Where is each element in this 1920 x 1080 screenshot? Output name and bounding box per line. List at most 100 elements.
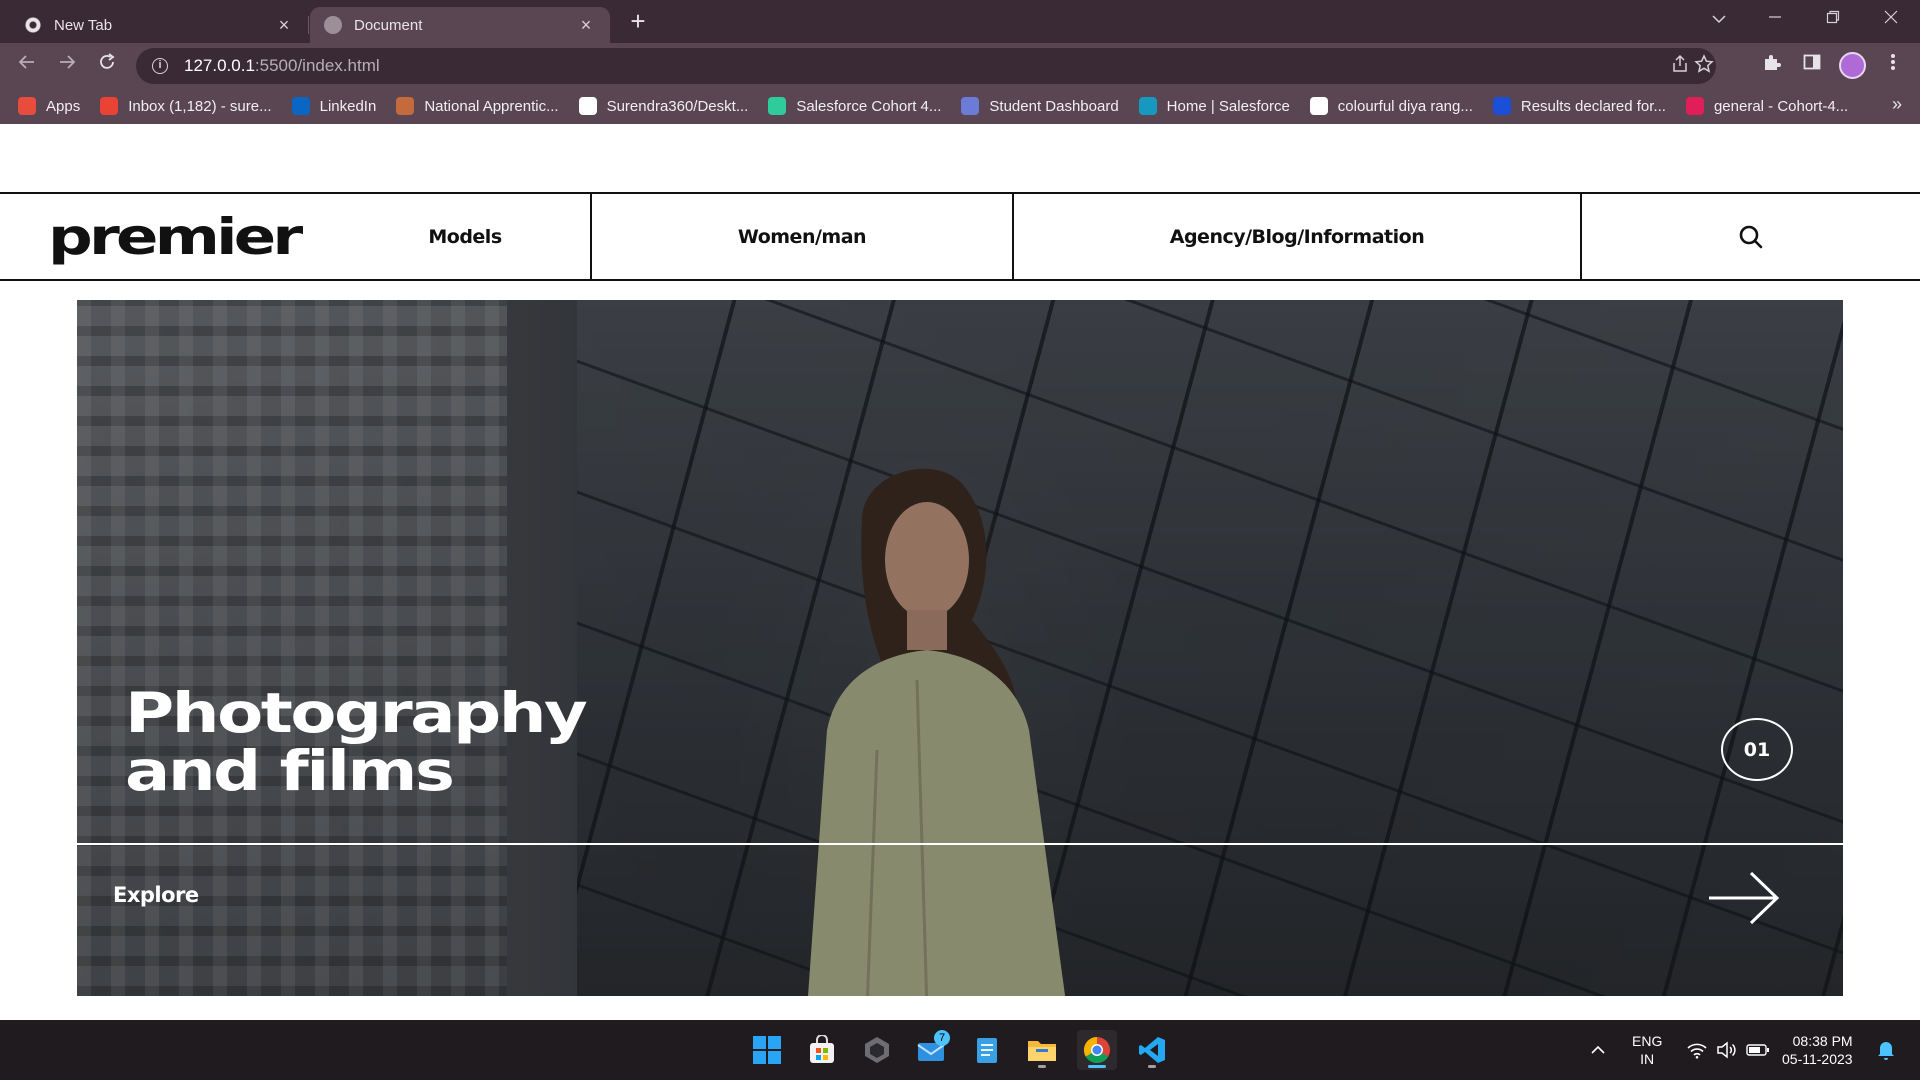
active-indicator (1088, 1065, 1106, 1068)
bookmark-label: general - Cohort-4... (1713, 97, 1849, 115)
tab-search-chevron-icon[interactable] (1696, 4, 1742, 36)
bookmark-item[interactable]: general - Cohort-4... (1685, 97, 1849, 115)
close-tab-icon[interactable]: × (576, 15, 596, 36)
bookmark-item[interactable]: National Apprentic... (396, 97, 559, 115)
notepad-icon (977, 1038, 997, 1063)
national-apprenticeship-icon (396, 97, 415, 115)
hexagon-app-icon (865, 1037, 889, 1063)
taskbar-chrome[interactable] (1077, 1030, 1117, 1070)
bookmarks-overflow-button[interactable]: » (1892, 94, 1902, 115)
slide-number-badge[interactable]: 01 (1721, 718, 1793, 781)
close-window-button[interactable] (1868, 4, 1914, 36)
slack-icon (1685, 97, 1704, 115)
chrome-favicon-icon (24, 16, 42, 34)
web-page: premier Models Women/man Agency/Blog/Inf… (0, 124, 1920, 1020)
tab-new-tab[interactable]: New Tab × (10, 7, 308, 43)
running-indicator (1038, 1065, 1046, 1068)
search-icon (1739, 225, 1763, 248)
bookmark-item[interactable]: LinkedIn (291, 97, 377, 115)
search-button[interactable] (1582, 194, 1920, 279)
url-text: 127.0.0.1:5500/index.html (184, 56, 380, 75)
taskbar-mail[interactable]: 7 (912, 1030, 952, 1070)
nav-link-women-man[interactable]: Women/man (590, 194, 1012, 279)
nav-link-models[interactable]: Models (340, 194, 590, 279)
minimize-button[interactable] (1752, 4, 1798, 36)
forward-button[interactable] (52, 51, 82, 81)
tab-title: New Tab (54, 16, 113, 34)
hero-title: Photography and films (125, 681, 588, 803)
bookmark-label: National Apprentic... (424, 97, 559, 115)
taskbar-file-explorer[interactable] (1022, 1030, 1062, 1070)
share-icon[interactable] (1668, 54, 1692, 78)
close-tab-icon[interactable]: × (274, 15, 294, 36)
site-logo[interactable]: premier (48, 208, 303, 266)
wifi-icon (1687, 1043, 1707, 1059)
language-code: ENG (1632, 1033, 1663, 1049)
apps-grid-icon (18, 97, 36, 115)
github-icon (578, 97, 597, 115)
clock-time: 08:38 PM (1792, 1033, 1853, 1049)
side-panel-icon[interactable] (1797, 51, 1827, 81)
system-clock[interactable]: 08:38 PM 05-11-2023 (1782, 1032, 1853, 1068)
vscode-icon (1139, 1037, 1165, 1063)
arrow-right-icon[interactable] (1707, 870, 1781, 926)
kebab-menu-icon[interactable] (1878, 51, 1908, 81)
bookmark-label: Salesforce Cohort 4... (796, 97, 942, 115)
bell-icon (1878, 1042, 1894, 1060)
file-explorer-icon (1028, 1041, 1056, 1061)
bookmark-item[interactable]: Salesforce Cohort 4... (768, 97, 941, 115)
trailhead-icon (768, 97, 787, 115)
explore-link[interactable]: Explore (113, 883, 199, 907)
taskbar-microsoft-store[interactable] (802, 1030, 842, 1070)
taskbar-notepad[interactable] (967, 1030, 1007, 1070)
input-language-indicator[interactable]: ENG IN (1632, 1032, 1662, 1068)
hero-title-line-2: and films (125, 739, 455, 803)
bookmark-item[interactable]: Apps (18, 97, 80, 115)
notifications-button[interactable] (1876, 1020, 1896, 1080)
mail-badge: 7 (934, 1030, 950, 1046)
bookmark-item[interactable]: Inbox (1,182) - sure... (100, 97, 272, 115)
salesforce-cloud-icon (1138, 97, 1157, 115)
microsoft-store-icon (810, 1035, 834, 1063)
extensions-puzzle-icon[interactable] (1757, 51, 1787, 81)
nav-link-agency-blog-information[interactable]: Agency/Blog/Information (1012, 194, 1582, 279)
new-tab-button[interactable]: + (624, 8, 652, 36)
hero-banner: Photography and films 01 Explore (77, 300, 1843, 996)
browser-tab-strip: New Tab × Document × + (0, 0, 1920, 43)
bookmarks-bar: Apps Inbox (1,182) - sure... LinkedIn Natio… (0, 88, 1920, 124)
volume-icon (1717, 1041, 1736, 1059)
bookmark-item[interactable]: Home | Salesforce (1138, 97, 1290, 115)
address-bar[interactable]: i 127.0.0.1:5500/index.html (136, 48, 1716, 84)
bookmark-star-icon[interactable] (1692, 54, 1716, 78)
chrome-icon (1083, 1036, 1110, 1064)
bookmark-label: Inbox (1,182) - sure... (128, 97, 272, 115)
bookmark-label: LinkedIn (319, 97, 377, 115)
hero-title-line-1: Photography (125, 681, 588, 745)
bookmark-item[interactable]: Results declared for... (1492, 97, 1666, 115)
bookmark-item[interactable]: colourful diya rang... (1309, 97, 1473, 115)
restore-button[interactable] (1810, 4, 1856, 36)
windows-taskbar: 7 ENG IN 08:38 PM 05-11-2023 (0, 1020, 1920, 1080)
taskbar-start[interactable] (747, 1030, 787, 1070)
site-info-icon[interactable]: i (152, 58, 168, 74)
taskbar-vscode[interactable] (1132, 1030, 1172, 1070)
reload-button[interactable] (92, 51, 122, 81)
bookmark-label: Apps (46, 97, 81, 115)
show-hidden-icons-button[interactable] (1590, 1020, 1606, 1080)
taskbar-hexagon-app[interactable] (857, 1030, 897, 1070)
hero-dark-overlay (77, 300, 1843, 996)
back-button[interactable] (12, 51, 42, 81)
bookmark-item[interactable]: Student Dashboard (961, 97, 1119, 115)
clock-date: 05-11-2023 (1782, 1051, 1853, 1067)
battery-icon (1746, 1044, 1769, 1056)
profile-avatar[interactable] (1839, 52, 1866, 79)
network-volume-battery-group[interactable] (1686, 1020, 1770, 1080)
chevron-up-icon (1591, 1045, 1605, 1054)
bookmark-item[interactable]: Surendra360/Deskt... (578, 97, 748, 115)
tab-document[interactable]: Document × (310, 7, 610, 43)
language-region: IN (1640, 1051, 1655, 1067)
globe-icon (1309, 97, 1328, 115)
globe-favicon-icon (324, 16, 342, 34)
bookmark-label: colourful diya rang... (1337, 97, 1473, 115)
linkedin-icon (291, 97, 310, 115)
